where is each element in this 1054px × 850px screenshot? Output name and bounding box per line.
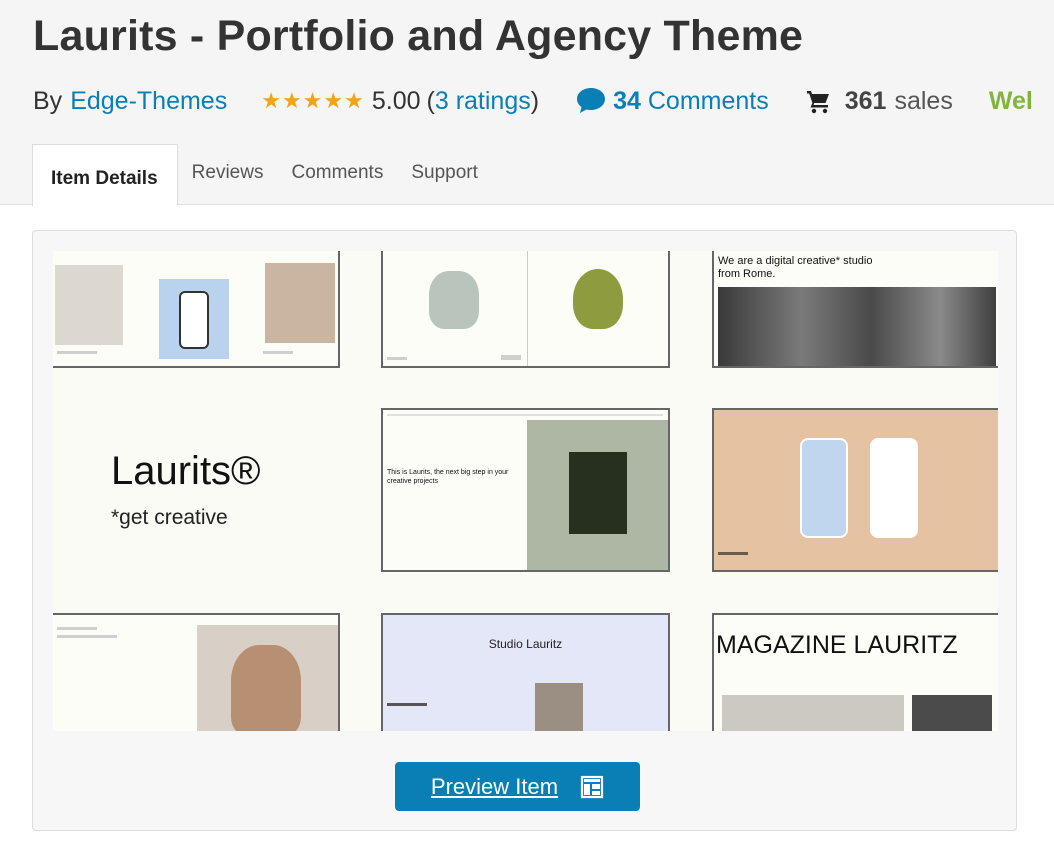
rating-close-paren: )	[530, 86, 540, 115]
brand-name: Laurits®	[111, 449, 261, 493]
comment-bubble-icon	[577, 88, 606, 113]
rating-open-paren: (	[426, 86, 435, 115]
digital-studio-text: We are a digital creative* studio from R…	[718, 255, 873, 280]
brand-tagline: *get creative	[111, 506, 228, 529]
sales-count: 361	[844, 86, 887, 115]
sales-label: sales	[894, 86, 953, 115]
thumb-magazine: MAGAZINE LAURITZ	[712, 613, 998, 731]
author-link[interactable]: Edge-Themes	[70, 87, 227, 116]
author-block: By Edge-Themes	[33, 87, 227, 116]
comments-block[interactable]: 34 Comments	[575, 85, 769, 117]
preview-item-button[interactable]: Preview Item	[395, 762, 640, 811]
thumb-mobile-app	[712, 408, 998, 572]
magazine-text: MAGAZINE LAURITZ	[716, 631, 958, 659]
intro-text: This is Laurits, the next big step in yo…	[387, 469, 509, 485]
comments-count[interactable]: 34	[613, 87, 641, 116]
comments-link[interactable]: Comments	[648, 87, 769, 116]
item-header: Laurits - Portfolio and Agency Theme By …	[0, 0, 1054, 206]
thumb-vases	[381, 251, 670, 368]
ratings-link[interactable]: 3 ratings	[435, 87, 531, 116]
layout-preview-icon	[580, 775, 604, 798]
item-preview-panel: We are a digital creative* studio from R…	[32, 230, 1017, 831]
tab-comments[interactable]: Comments	[277, 144, 397, 202]
tab-item-details[interactable]: Item Details	[32, 144, 178, 206]
item-tabs: Item Details Reviews Comments Support	[32, 144, 492, 206]
by-label: By	[33, 86, 63, 115]
studio-lauritz-text: Studio Lauritz	[488, 637, 563, 651]
thumb-portfolio-grid	[53, 251, 340, 368]
thumb-creative-person	[53, 613, 340, 731]
rating-value: 5.00	[371, 86, 421, 115]
cart-icon	[806, 91, 829, 114]
preview-item-label: Preview Item	[430, 773, 559, 799]
well-badge-text: Wel	[988, 86, 1033, 115]
star-rating-icon: ★★★★★	[261, 88, 365, 113]
theme-preview-image: We are a digital creative* studio from R…	[53, 251, 998, 731]
rating-block: ★★★★★ 5.00 ( 3 ratings )	[261, 87, 539, 116]
thumb-digital-studio: We are a digital creative* studio from R…	[712, 251, 998, 368]
page-title: Laurits - Portfolio and Agency Theme	[33, 12, 804, 60]
thumb-intro: This is Laurits, the next big step in yo…	[381, 408, 670, 572]
sales-block: 361 sales	[805, 87, 953, 116]
item-meta-row: By Edge-Themes ★★★★★ 5.00 ( 3 ratings ) …	[33, 84, 1033, 118]
thumb-studio-lauritz: Studio Lauritz	[381, 613, 670, 731]
tab-reviews[interactable]: Reviews	[178, 144, 278, 202]
tab-support[interactable]: Support	[397, 144, 492, 202]
